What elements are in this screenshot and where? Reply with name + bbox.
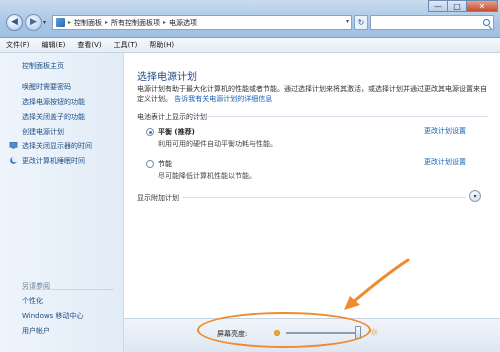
control-panel-icon [56, 18, 65, 27]
search-input[interactable] [370, 15, 494, 30]
sidebar-item-sleep-time[interactable]: 更改计算机睡眠时间 [22, 156, 85, 166]
sidebar-item-power-buttons[interactable]: 选择电源按钮的功能 [22, 97, 85, 107]
menu-view[interactable]: 查看(V) [77, 40, 101, 50]
sidebar-item-user-accounts[interactable]: 用户帐户 [22, 326, 50, 336]
menu-help[interactable]: 帮助(H) [149, 40, 174, 50]
minimize-button[interactable]: — [428, 0, 448, 12]
page-title: 选择电源计划 [137, 72, 197, 83]
chevron-down-icon[interactable]: ▾ [469, 190, 481, 202]
section-label: 电池表计上显示的计划 [137, 113, 207, 121]
breadcrumb-item[interactable]: 所有控制面板项 [111, 18, 160, 28]
brightness-slider-thumb[interactable] [355, 326, 361, 339]
plan-balanced-name: 平衡 (推荐) [158, 128, 195, 136]
power-plan-info-link[interactable]: 告诉我有关电源计划的详细信息 [174, 95, 272, 103]
menu-edit[interactable]: 编辑(E) [42, 40, 66, 50]
menu-bar: 文件(F) 编辑(E) 查看(V) 工具(T) 帮助(H) [0, 38, 500, 53]
menu-tools[interactable]: 工具(T) [114, 40, 138, 50]
forward-button[interactable]: ▶ [25, 14, 42, 31]
sidebar-item-display-off[interactable]: 选择关闭显示器的时间 [22, 141, 92, 151]
additional-plans-divider [182, 197, 466, 198]
display-icon [9, 142, 18, 149]
section-divider [191, 116, 488, 117]
show-additional-plans-label[interactable]: 显示附加计划 [137, 193, 179, 203]
sidebar-item-mobility-center[interactable]: Windows 移动中心 [22, 311, 83, 321]
change-plan-settings-power-saver[interactable]: 更改计划设置 [424, 157, 466, 167]
see-also-divider [22, 289, 114, 290]
sidebar: 控制面板主页 唤醒时需要密码 选择电源按钮的功能 选择关闭盖子的功能 创建电源计… [0, 53, 124, 352]
sidebar-item-create-plan[interactable]: 创建电源计划 [22, 127, 64, 137]
brightness-label: 屏幕亮度: [217, 330, 248, 338]
plan-balanced-desc: 利用可用的硬件自动平衡功耗与性能。 [158, 140, 277, 148]
plan-power-saver-radio[interactable] [146, 160, 154, 168]
plan-power-saver-name: 节能 [158, 160, 172, 168]
address-bar[interactable]: ▸ 控制面板 ▸ 所有控制面板项 ▸ 电源选项 ▾ [52, 15, 352, 30]
refresh-button[interactable]: ↻ [354, 15, 368, 30]
plan-balanced-radio[interactable] [146, 128, 154, 136]
window-titlebar: ◀ ▶ ▾ ▸ 控制面板 ▸ 所有控制面板项 ▸ 电源选项 ▾ ↻ — □ ✕ [0, 0, 500, 38]
brightness-low-icon [274, 330, 280, 336]
sidebar-item-require-password[interactable]: 唤醒时需要密码 [22, 82, 71, 92]
maximize-button[interactable]: □ [447, 0, 467, 12]
plan-power-saver-desc: 尽可能降低计算机性能以节能。 [158, 172, 256, 180]
brightness-slider-track[interactable] [286, 332, 358, 334]
change-plan-settings-balanced[interactable]: 更改计划设置 [424, 126, 466, 136]
brightness-bar: 屏幕亮度: ☼ [124, 318, 500, 352]
search-icon [483, 19, 490, 26]
recent-pages-dropdown-icon[interactable]: ▾ [43, 19, 46, 26]
page-description: 电源计划有助于最大化计算机的性能或者节能。通过选择计划来将其激活，或选择计划并通… [137, 84, 493, 104]
breadcrumb-item[interactable]: 电源选项 [169, 18, 197, 28]
breadcrumb-item[interactable]: 控制面板 [74, 18, 102, 28]
sidebar-item-personalization[interactable]: 个性化 [22, 296, 43, 306]
back-button[interactable]: ◀ [6, 14, 23, 31]
main-content: 选择电源计划 电源计划有助于最大化计算机的性能或者节能。通过选择计划来将其激活，… [124, 53, 500, 352]
menu-file[interactable]: 文件(F) [6, 40, 30, 50]
moon-icon [10, 156, 18, 164]
close-button[interactable]: ✕ [466, 0, 498, 12]
brightness-high-icon: ☼ [369, 326, 379, 339]
address-dropdown-icon[interactable]: ▾ [346, 18, 349, 25]
window-controls: — □ ✕ [428, 0, 498, 12]
sidebar-item-lid-close[interactable]: 选择关闭盖子的功能 [22, 112, 85, 122]
sidebar-control-panel-home[interactable]: 控制面板主页 [22, 61, 64, 71]
